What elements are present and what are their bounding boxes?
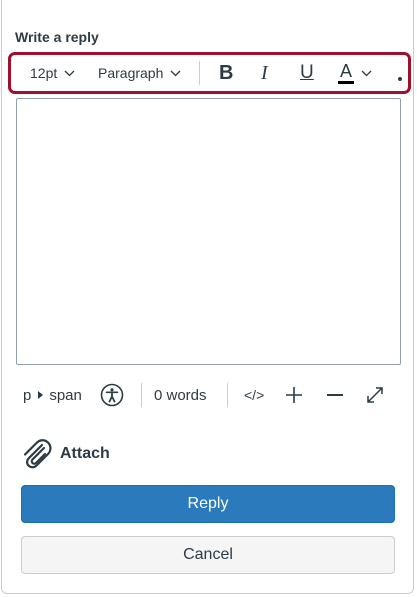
fullscreen-icon [367,387,383,403]
text-color-swatch [338,81,354,84]
zoom-out-button[interactable] [326,378,344,412]
minus-icon [327,394,343,396]
underline-icon: U [300,62,314,83]
plus-icon [286,387,302,403]
statusbar-divider [141,383,142,407]
italic-button[interactable]: I [261,55,268,91]
font-size-value: 12pt [30,65,58,81]
zoom-in-button[interactable] [285,378,303,412]
html-editor-toggle[interactable]: </> [244,378,264,412]
block-format-value: Paragraph [98,65,164,81]
bold-icon: B [219,61,234,84]
word-count: 0 words [154,386,207,404]
reply-editor[interactable] [16,98,401,365]
paperclip-icon [23,439,52,469]
more-icon [398,77,402,81]
italic-icon: I [261,61,268,84]
attach-button[interactable]: Attach [20,437,110,471]
text-color-icon: A [338,62,354,84]
statusbar-divider [227,383,228,407]
fullscreen-button[interactable] [366,378,384,412]
accessibility-checker-button[interactable] [100,378,124,412]
chevron-down-icon [64,70,75,76]
chevron-down-icon [361,70,372,76]
underline-button[interactable]: U [300,55,314,91]
text-color-button[interactable]: A [338,55,372,91]
toolbar-divider [199,61,200,85]
path-parent: p [23,386,32,404]
path-child: span [49,386,82,404]
chevron-down-icon [170,70,181,76]
reply-heading: Write a reply [15,29,99,45]
text-color-letter: A [339,61,352,81]
accessibility-icon [100,383,124,407]
bold-button[interactable]: B [219,55,233,91]
reply-button[interactable]: Reply [21,485,395,523]
attach-label: Attach [60,445,110,462]
code-icon: </> [244,387,265,403]
font-size-dropdown[interactable]: 12pt [30,55,75,91]
more-button[interactable] [397,55,403,91]
cancel-button[interactable]: Cancel [21,536,395,574]
caret-right-icon [38,391,44,399]
word-count-button[interactable]: 0 words [154,378,207,412]
element-path[interactable]: p span [23,378,82,412]
editor-statusbar: p span 0 words </> [0,378,417,412]
block-format-dropdown[interactable]: Paragraph [98,55,181,91]
editor-toolbar: 12pt Paragraph B I U A [8,52,411,94]
